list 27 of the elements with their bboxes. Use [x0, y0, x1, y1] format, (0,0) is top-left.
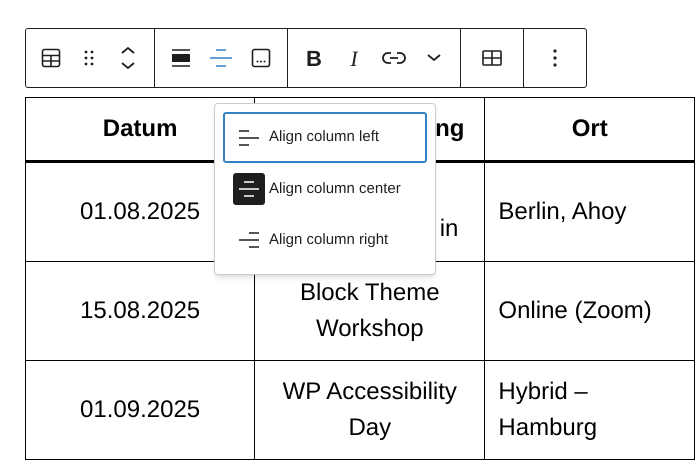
bold-button[interactable]: B [295, 40, 333, 76]
table-cell-text: Berlin, Ahoy [498, 197, 628, 227]
column-header: Datum [102, 115, 178, 142]
table-cell-text: Hybrid – Hamburg [498, 377, 598, 443]
italic-button[interactable]: I [335, 40, 373, 76]
table-cell-text: WP Accessibility Day [282, 377, 458, 443]
column-header: ng [435, 115, 464, 142]
align-center-icon[interactable] [209, 47, 233, 69]
chevron-down-icon[interactable] [425, 52, 443, 64]
menu-item[interactable]: Align column center [223, 163, 427, 215]
table-cell-text: Block Theme Workshop [298, 278, 441, 344]
align-wide-icon[interactable] [170, 47, 192, 69]
table-icon[interactable] [39, 46, 63, 70]
table-cell-text: Online (Zoom) [498, 296, 653, 326]
table-cell: 01.08.2025 [80, 198, 200, 225]
column-header: Ort [572, 115, 608, 142]
more-options-icon[interactable] [552, 47, 558, 69]
caption-icon[interactable] [249, 46, 273, 70]
drag-handle-icon[interactable] [82, 48, 96, 68]
table-cell: 15.08.2025 [80, 297, 200, 324]
up-down-chevron-icon[interactable] [119, 45, 137, 71]
table-grid-icon[interactable] [481, 49, 503, 67]
table-cell: in [440, 215, 458, 242]
table-cell: 01.09.2025 [80, 396, 200, 423]
menu-item[interactable]: Align column right [223, 214, 427, 266]
link-icon[interactable] [381, 49, 407, 67]
menu-item[interactable]: Align column left [223, 112, 427, 164]
